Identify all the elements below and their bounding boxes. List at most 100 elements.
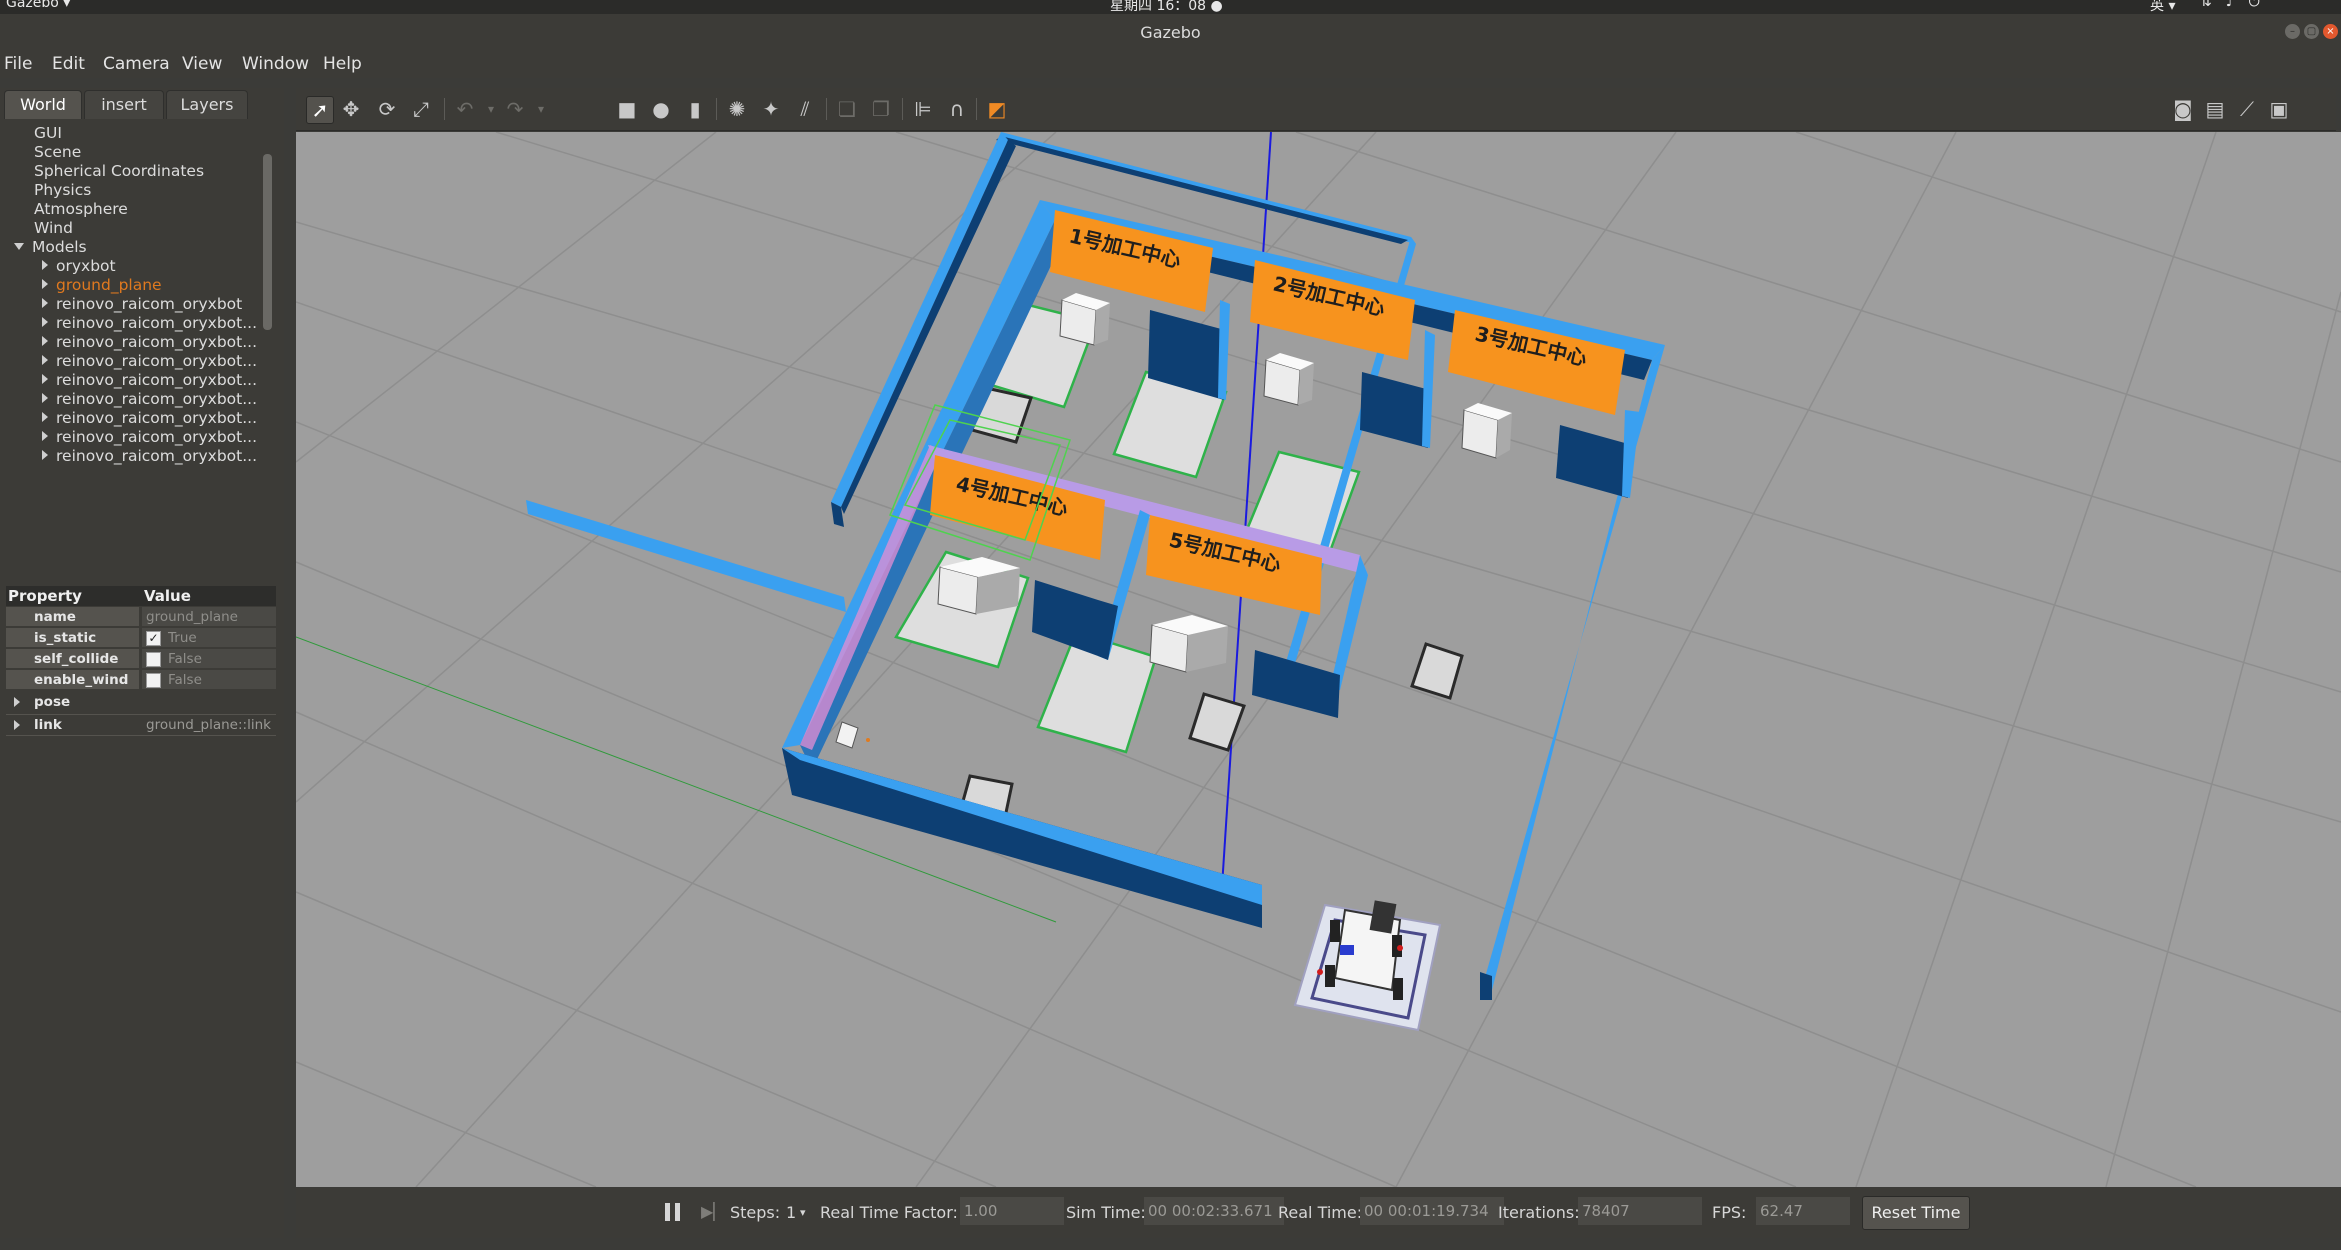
world-tree[interactable]: GUI Scene Spherical Coordinates Physics … <box>6 124 274 578</box>
translate-icon[interactable]: ✥ <box>338 96 364 122</box>
power-icon[interactable]: ⏻ <box>2249 0 2274 10</box>
expand-arrow-icon[interactable] <box>42 336 48 346</box>
clock[interactable]: 星期四 16：08 ● <box>1110 0 1223 15</box>
menu-edit[interactable]: Edit <box>52 54 85 74</box>
volume-icon[interactable]: ♪ <box>2226 0 2249 10</box>
network-icon[interactable]: ⇅ <box>2200 0 2226 10</box>
tree-item-wind[interactable]: Wind <box>34 219 73 238</box>
model-item[interactable]: reinovo_raicom_oryxbot... <box>42 409 257 428</box>
reset-time-button[interactable]: Reset Time <box>1862 1196 1970 1230</box>
left-panel: World insert Layers GUI Scene Spherical … <box>0 88 284 1238</box>
tree-item-scene[interactable]: Scene <box>34 143 81 162</box>
model-item[interactable]: reinovo_raicom_oryxbot <box>42 295 242 314</box>
menu-view[interactable]: View <box>182 54 222 74</box>
model-item[interactable]: reinovo_raicom_oryxbot... <box>42 447 257 466</box>
tab-insert[interactable]: insert <box>84 90 164 119</box>
record-icon[interactable]: ▣ <box>2266 96 2292 122</box>
tree-item-models[interactable]: Models <box>14 238 87 257</box>
expand-arrow-icon[interactable] <box>42 279 48 289</box>
scale-icon[interactable]: ⤢ <box>408 96 434 122</box>
property-group-name: pose <box>34 694 71 710</box>
menu-help[interactable]: Help <box>323 54 362 74</box>
3d-viewport[interactable]: 1号加工中心 2号加工中心 3号加工中心 4号加工中心 5号加工中心 <box>296 132 2341 1187</box>
model-item[interactable]: reinovo_raicom_oryxbot... <box>42 333 257 352</box>
iterations-value: 78407 <box>1578 1197 1702 1225</box>
property-row-is-static[interactable]: is_static ✓ True <box>6 628 276 648</box>
spot-light-icon[interactable]: ✦ <box>758 96 784 122</box>
view-angle-icon[interactable]: ◩ <box>984 96 1010 122</box>
point-light-icon[interactable]: ✺ <box>724 96 750 122</box>
expand-arrow-icon[interactable] <box>42 412 48 422</box>
property-row-enable-wind[interactable]: enable_wind False <box>6 670 276 690</box>
menu-window[interactable]: Window <box>242 54 309 74</box>
collapse-arrow-icon[interactable] <box>14 243 24 250</box>
window-title: Gazebo <box>1140 23 1201 42</box>
log-icon[interactable]: ▤ <box>2202 96 2228 122</box>
tree-item-spherical-coordinates[interactable]: Spherical Coordinates <box>34 162 204 181</box>
tab-layers[interactable]: Layers <box>166 90 248 119</box>
input-method-indicator[interactable]: 英 ▾ <box>2150 0 2175 15</box>
fps-value: 62.47 <box>1756 1197 1850 1225</box>
snap-icon[interactable]: ∩ <box>944 96 970 122</box>
sphere-icon[interactable]: ● <box>648 96 674 122</box>
tree-scrollbar[interactable] <box>263 154 272 330</box>
app-menu[interactable]: Gazebo ▾ <box>6 0 70 11</box>
select-arrow-icon[interactable]: ➚ <box>306 96 334 124</box>
expand-arrow-icon[interactable] <box>42 431 48 441</box>
model-item[interactable]: oryxbot <box>42 257 116 276</box>
property-row-self-collide[interactable]: self_collide False <box>6 649 276 669</box>
undo-history-icon[interactable]: ▾ <box>478 96 504 122</box>
pause-button[interactable] <box>662 1200 684 1224</box>
minimize-button[interactable]: – <box>2285 24 2300 39</box>
menu-file[interactable]: File <box>4 54 32 74</box>
model-label: reinovo_raicom_oryxbot... <box>56 314 258 332</box>
tab-world[interactable]: World <box>4 90 82 119</box>
expand-arrow-icon[interactable] <box>42 355 48 365</box>
property-row-name[interactable]: name ground_plane <box>6 607 276 627</box>
align-icon[interactable]: ⊫ <box>910 96 936 122</box>
steps-value[interactable]: 1 <box>786 1203 796 1222</box>
copy-icon[interactable]: ❏ <box>834 96 860 122</box>
tree-item-physics[interactable]: Physics <box>34 181 91 200</box>
expand-arrow-icon[interactable] <box>42 393 48 403</box>
cabinet <box>1461 403 1512 459</box>
cylinder-icon[interactable]: ▮ <box>682 96 708 122</box>
self-collide-checkbox[interactable] <box>146 652 161 667</box>
plot-icon[interactable]: ⟋ <box>2234 96 2260 122</box>
expand-arrow-icon[interactable] <box>42 298 48 308</box>
expand-arrow-icon[interactable] <box>42 450 48 460</box>
screenshot-icon[interactable]: ◙ <box>2170 96 2196 122</box>
tree-item-gui[interactable]: GUI <box>34 124 62 143</box>
maximize-button[interactable]: ▢ <box>2304 24 2319 39</box>
redo-icon[interactable]: ↷ <box>502 96 528 122</box>
enable-wind-checkbox[interactable] <box>146 673 161 688</box>
expand-arrow-icon[interactable] <box>42 374 48 384</box>
model-item[interactable]: reinovo_raicom_oryxbot... <box>42 371 257 390</box>
undo-icon[interactable]: ↶ <box>452 96 478 122</box>
model-item[interactable]: reinovo_raicom_oryxbot... <box>42 352 257 371</box>
directional-light-icon[interactable]: ⫽ <box>792 96 818 122</box>
paste-icon[interactable]: ❐ <box>868 96 894 122</box>
model-item[interactable]: reinovo_raicom_oryxbot... <box>42 390 257 409</box>
expand-arrow-icon[interactable] <box>42 260 48 270</box>
menu-camera[interactable]: Camera <box>103 54 170 74</box>
tree-item-atmosphere[interactable]: Atmosphere <box>34 200 128 219</box>
step-button[interactable]: ▶▏ <box>701 1202 726 1222</box>
box-icon[interactable]: ■ <box>614 96 640 122</box>
steps-dropdown-icon[interactable]: ▾ <box>800 1206 806 1219</box>
model-item-selected[interactable]: ground_plane <box>42 276 162 295</box>
system-tray[interactable]: ⇅♪⏻ <box>2200 0 2274 10</box>
model-item[interactable]: reinovo_raicom_oryxbot... <box>42 428 257 447</box>
rotate-icon[interactable]: ⟳ <box>374 96 400 122</box>
expand-arrow-icon[interactable] <box>14 697 20 707</box>
model-item[interactable]: reinovo_raicom_oryxbot... <box>42 314 257 333</box>
expand-arrow-icon[interactable] <box>14 720 20 730</box>
property-name: is_static <box>34 630 97 646</box>
close-button[interactable]: × <box>2323 24 2338 39</box>
expand-arrow-icon[interactable] <box>42 317 48 327</box>
is-static-checkbox[interactable]: ✓ <box>146 631 161 646</box>
property-group-pose[interactable]: pose <box>6 692 276 712</box>
redo-history-icon[interactable]: ▾ <box>528 96 554 122</box>
property-group-link[interactable]: link ground_plane::link <box>6 714 276 736</box>
model-label: reinovo_raicom_oryxbot... <box>56 428 258 446</box>
